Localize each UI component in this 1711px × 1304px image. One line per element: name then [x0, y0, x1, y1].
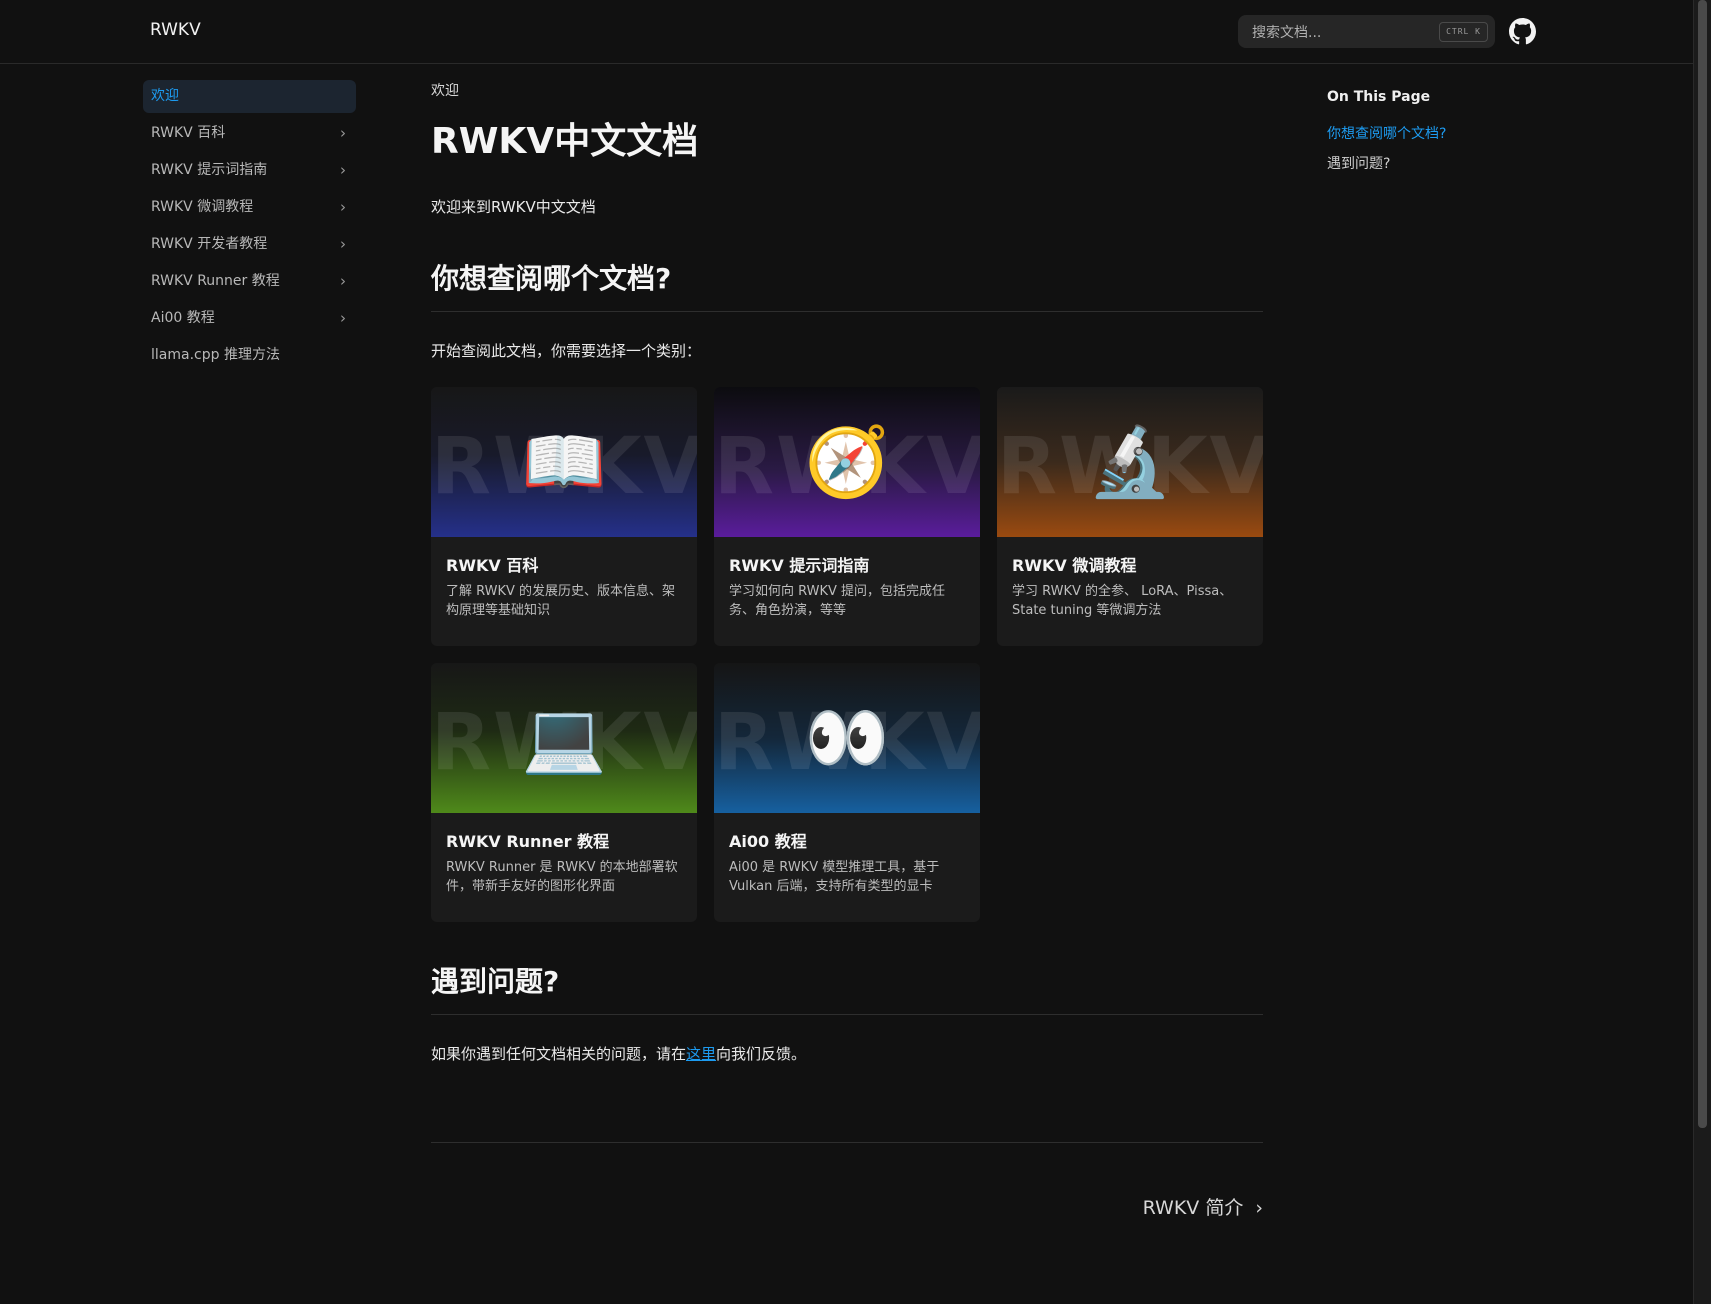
chevron-right-icon[interactable]: ›	[340, 154, 346, 187]
next-page-link[interactable]: RWKV 简介 ›	[1143, 1193, 1263, 1220]
feedback-link[interactable]: 这里	[686, 1045, 716, 1063]
sidebar-item-llama-cpp[interactable]: llama.cpp 推理方法	[143, 339, 356, 372]
category-cards: RWKV 📖 RWKV 百科 了解 RWKV 的发展历史、版本信息、架构原理等基…	[431, 387, 1263, 922]
sidebar-item-label: RWKV 开发者教程	[151, 236, 268, 252]
card-description: 学习 RWKV 的全参、 LoRA、Pissa、State tuning 等微调…	[1012, 584, 1233, 618]
search-input[interactable]	[1238, 15, 1444, 50]
chevron-right-icon[interactable]: ›	[340, 117, 346, 150]
card-runner[interactable]: RWKV 💻 RWKV Runner 教程 RWKV Runner 是 RWKV…	[431, 663, 697, 922]
sidebar-item-label: 欢迎	[151, 88, 179, 104]
card-description: Ai00 是 RWKV 模型推理工具，基于 Vulkan 后端，支持所有类型的显…	[729, 860, 940, 894]
card-banner: RWKV 🔬	[997, 387, 1263, 537]
search-box[interactable]: CTRL K	[1238, 15, 1495, 50]
toc-link-which-doc[interactable]: 你想查阅哪个文档?	[1327, 123, 1547, 143]
card-title: RWKV 百科	[446, 556, 539, 575]
main-content: 欢迎 RWKV中文文档 欢迎来到RWKV中文文档 你想查阅哪个文档? 开始查阅此…	[431, 80, 1263, 1233]
sidebar-item-label: RWKV Runner 教程	[151, 273, 280, 289]
card-title: RWKV 提示词指南	[729, 556, 870, 575]
open-book-icon: 📖	[521, 423, 607, 502]
chevron-right-icon[interactable]: ›	[340, 228, 346, 261]
card-banner: RWKV 👀	[714, 663, 980, 813]
sidebar-item-rwkv-wiki[interactable]: RWKV 百科 ›	[143, 117, 356, 150]
card-rwkv-wiki[interactable]: RWKV 📖 RWKV 百科 了解 RWKV 的发展历史、版本信息、架构原理等基…	[431, 387, 697, 646]
card-prompt-guide[interactable]: RWKV 🧭 RWKV 提示词指南 学习如何向 RWKV 提问，包括完成任务、角…	[714, 387, 980, 646]
sidebar-item-runner[interactable]: RWKV Runner 教程 ›	[143, 265, 356, 298]
sidebar-item-label: RWKV 微调教程	[151, 199, 254, 215]
search-shortcut-badge: CTRL K	[1439, 22, 1488, 42]
card-description: 学习如何向 RWKV 提问，包括完成任务、角色扮演，等等	[729, 584, 946, 618]
chevron-right-icon[interactable]: ›	[340, 191, 346, 224]
chevron-right-icon: ›	[1255, 1197, 1263, 1219]
feedback-text-before: 如果你遇到任何文档相关的问题，请在	[431, 1045, 687, 1063]
section-text-choose-category: 开始查阅此文档，你需要选择一个类别：	[431, 342, 702, 360]
sidebar-item-finetune[interactable]: RWKV 微调教程 ›	[143, 191, 356, 224]
sidebar-item-label: Ai00 教程	[151, 310, 215, 326]
card-title: RWKV Runner 教程	[446, 832, 610, 851]
feedback-text-after: 向我们反馈。	[716, 1045, 807, 1063]
card-ai00[interactable]: RWKV 👀 Ai00 教程 Ai00 是 RWKV 模型推理工具，基于 Vul…	[714, 663, 980, 922]
footer-divider	[431, 1142, 1263, 1143]
page-title: RWKV中文文档	[431, 121, 699, 162]
toc-link-problems[interactable]: 遇到问题?	[1327, 153, 1547, 173]
breadcrumb: 欢迎	[431, 83, 459, 99]
card-banner: RWKV 🧭	[714, 387, 980, 537]
sidebar-nav: 欢迎 RWKV 百科 › RWKV 提示词指南 › RWKV 微调教程 › RW…	[143, 80, 356, 376]
laptop-icon: 💻	[521, 699, 607, 778]
sidebar-item-developer[interactable]: RWKV 开发者教程 ›	[143, 228, 356, 261]
sidebar-item-label: RWKV 百科	[151, 125, 226, 141]
section-heading-problems: 遇到问题?	[431, 962, 1263, 1015]
card-finetune[interactable]: RWKV 🔬 RWKV 微调教程 学习 RWKV 的全参、 LoRA、Pissa…	[997, 387, 1263, 646]
scrollbar-thumb[interactable]	[1698, 0, 1707, 1128]
card-title: RWKV 微调教程	[1012, 556, 1137, 575]
card-banner: RWKV 📖	[431, 387, 697, 537]
card-title: Ai00 教程	[729, 832, 807, 851]
pager: RWKV 简介 ›	[431, 1193, 1263, 1233]
github-icon[interactable]	[1509, 18, 1536, 45]
toc-title: On This Page	[1327, 89, 1431, 105]
section-heading-which-doc: 你想查阅哪个文档?	[431, 259, 1263, 312]
card-description: RWKV Runner 是 RWKV 的本地部署软件，带新手友好的图形化界面	[446, 860, 678, 894]
sidebar-item-prompt-guide[interactable]: RWKV 提示词指南 ›	[143, 154, 356, 187]
card-banner: RWKV 💻	[431, 663, 697, 813]
section-text-feedback: 如果你遇到任何文档相关的问题，请在这里向我们反馈。	[431, 1043, 1263, 1064]
compass-icon: 🧭	[804, 423, 890, 502]
microscope-icon: 🔬	[1087, 423, 1173, 502]
top-header: RWKV CTRL K	[0, 0, 1693, 64]
sidebar-item-label: llama.cpp 推理方法	[151, 347, 280, 363]
sidebar-item-welcome[interactable]: 欢迎	[143, 80, 356, 113]
next-page-label: RWKV 简介	[1142, 1197, 1244, 1219]
page-scrollbar[interactable]	[1693, 0, 1711, 1304]
sidebar-item-ai00[interactable]: Ai00 教程 ›	[143, 302, 356, 335]
chevron-right-icon[interactable]: ›	[340, 302, 346, 335]
on-this-page-toc: On This Page 你想查阅哪个文档? 遇到问题?	[1327, 89, 1547, 173]
intro-text: 欢迎来到RWKV中文文档	[431, 198, 596, 216]
eyes-icon: 👀	[804, 699, 890, 778]
sidebar-item-label: RWKV 提示词指南	[151, 162, 268, 178]
site-brand[interactable]: RWKV	[150, 20, 201, 40]
card-description: 了解 RWKV 的发展历史、版本信息、架构原理等基础知识	[446, 584, 676, 618]
chevron-right-icon[interactable]: ›	[340, 265, 346, 298]
